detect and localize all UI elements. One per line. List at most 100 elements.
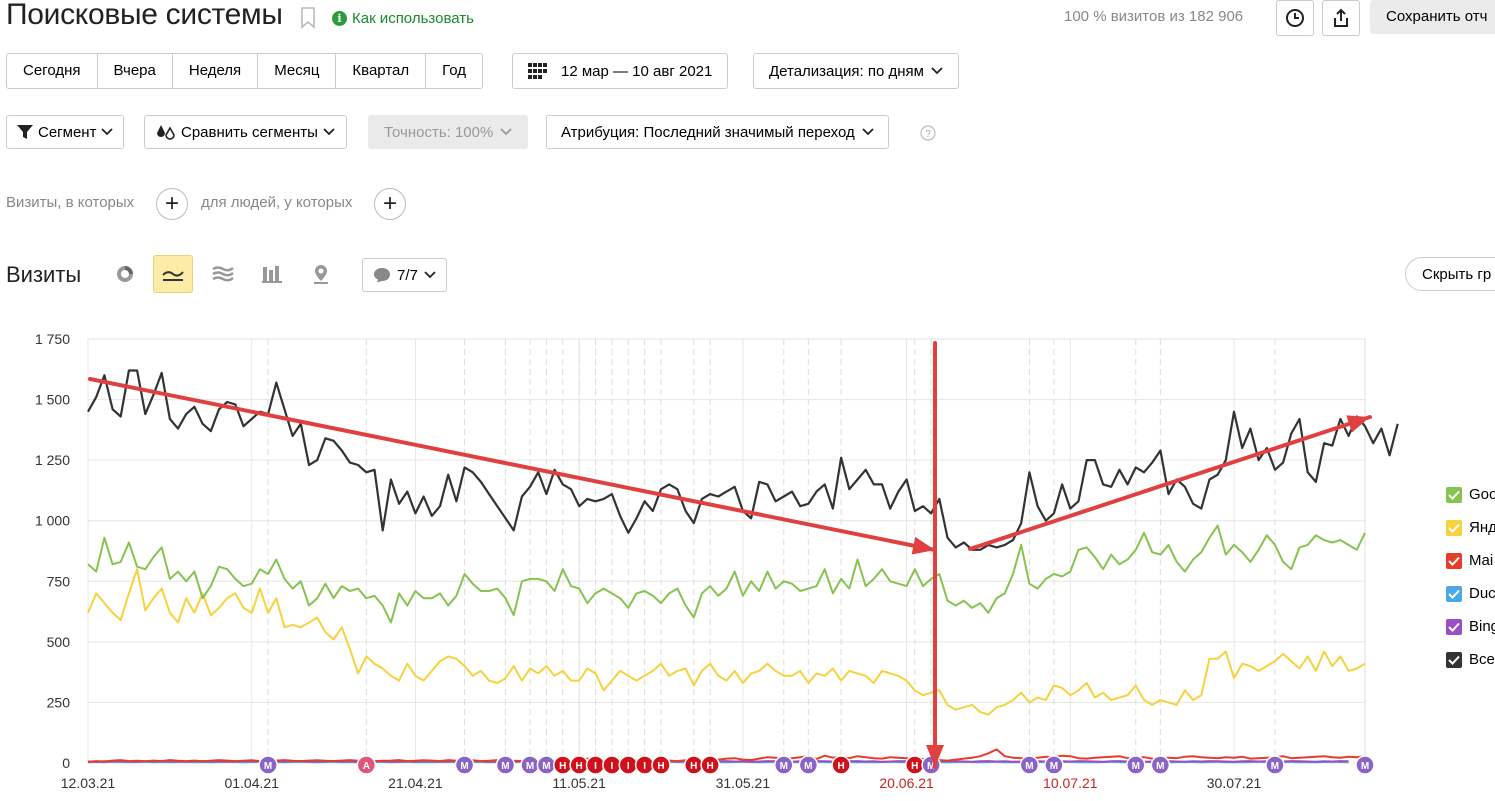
history-button[interactable] — [1276, 0, 1314, 36]
annotation-marker-label: H — [690, 761, 697, 772]
pie-chart-icon — [117, 266, 133, 282]
calendar-icon — [528, 63, 547, 79]
legend-item-google[interactable]: Goo — [1446, 478, 1495, 511]
y-tick-label: 750 — [47, 573, 71, 589]
legend-item-bing[interactable]: Bing — [1446, 610, 1495, 643]
y-tick-label: 250 — [47, 694, 71, 710]
y-tick-label: 1 000 — [35, 513, 70, 529]
annotation-marker-label: H — [911, 761, 918, 772]
x-tick-label: 21.04.21 — [388, 775, 443, 791]
share-button[interactable] — [1322, 0, 1360, 36]
bar-chart-icon — [262, 266, 282, 283]
legend-item-total[interactable]: Все — [1446, 643, 1495, 676]
add-visit-condition-button[interactable]: + — [156, 188, 188, 220]
pie-chart-button[interactable] — [105, 255, 145, 293]
legend-item-yandex[interactable]: Янд — [1446, 511, 1495, 544]
annotation-marker-label: I — [594, 761, 597, 772]
checkbox-icon — [1446, 486, 1462, 503]
annotation-marker-label: M — [526, 761, 534, 772]
annotation-marker-label: M — [780, 761, 788, 772]
checkbox-icon — [1446, 585, 1462, 602]
annotation-marker-label: M — [1132, 761, 1140, 772]
compare-segments-dropdown[interactable]: Сравнить сегменты — [144, 115, 347, 149]
legend-label: Goo — [1469, 486, 1495, 503]
chevron-down-icon — [931, 67, 943, 75]
map-icon — [314, 265, 328, 284]
visits-condition-label: Визиты, в которых — [6, 194, 135, 211]
add-people-condition-button[interactable]: + — [374, 188, 406, 220]
compare-segments-label: Сравнить сегменты — [181, 123, 318, 141]
chart-legend: Goo Янд Mai Duc Bing Все — [1446, 478, 1495, 676]
y-tick-label: 1 750 — [35, 331, 70, 347]
bookmark-icon[interactable] — [300, 7, 316, 29]
legend-item-duckduckgo[interactable]: Duc — [1446, 577, 1495, 610]
y-tick-label: 1 250 — [35, 452, 70, 468]
line-chart-icon — [162, 271, 184, 281]
area-chart-button[interactable] — [203, 255, 243, 293]
comment-icon — [374, 268, 390, 283]
help-icon[interactable]: ? — [920, 125, 936, 141]
x-tick-label: 01.04.21 — [224, 775, 279, 791]
annotation-marker-label: A — [363, 761, 370, 772]
annotation-marker-label: I — [627, 761, 630, 772]
accuracy-label: Точность: 100% — [384, 123, 494, 141]
chevron-down-icon — [424, 271, 436, 279]
period-quarter-button[interactable]: Квартал — [336, 54, 427, 88]
svg-text:?: ? — [925, 129, 931, 140]
area-chart-icon — [212, 266, 234, 282]
period-today-button[interactable]: Сегодня — [7, 54, 98, 88]
annotation-marker-label: M — [460, 761, 468, 772]
period-month-button[interactable]: Месяц — [258, 54, 337, 88]
map-button[interactable] — [301, 255, 341, 293]
annotation-marker-label: H — [576, 761, 583, 772]
chevron-down-icon — [500, 128, 512, 136]
chevron-down-icon — [101, 128, 114, 136]
uptrend-arrow — [968, 415, 1372, 551]
x-tick-label: 12.03.21 — [61, 775, 116, 791]
y-tick-label: 0 — [62, 755, 70, 771]
annotation-marker-label: H — [707, 761, 714, 772]
share-icon — [1334, 8, 1348, 27]
detail-dropdown[interactable]: Детализация: по дням — [753, 53, 959, 89]
line-chart-button[interactable] — [153, 255, 193, 293]
annotation-marker-label: I — [611, 761, 614, 772]
notes-dropdown[interactable]: 7/7 — [362, 258, 447, 292]
period-year-button[interactable]: Год — [426, 54, 482, 88]
segment-dropdown[interactable]: Сегмент — [6, 115, 125, 149]
legend-label: Mai — [1469, 552, 1494, 569]
detail-label: Детализация: по дням — [769, 62, 924, 80]
legend-label: Bing — [1469, 618, 1495, 635]
annotation-marker-label: M — [501, 761, 509, 772]
save-report-button[interactable]: Сохранить отч — [1370, 0, 1495, 34]
date-range-button[interactable]: 12 мар — 10 авг 2021 — [512, 53, 729, 89]
chevron-down-icon — [323, 128, 335, 136]
plus-icon: + — [164, 190, 179, 217]
bar-chart-button[interactable] — [252, 255, 292, 293]
legend-label: Duc — [1469, 585, 1495, 602]
period-selector: Сегодня Вчера Неделя Месяц Квартал Год — [6, 53, 484, 89]
x-tick-label: 20.06.21 — [879, 775, 934, 791]
period-yesterday-button[interactable]: Вчера — [98, 54, 173, 88]
notes-count: 7/7 — [397, 266, 418, 284]
info-icon: i — [332, 11, 347, 26]
hide-chart-button[interactable]: Скрыть гр — [1405, 257, 1495, 291]
people-condition-label: для людей, у которых — [201, 194, 353, 211]
x-tick-label: 30.07.21 — [1207, 775, 1262, 791]
annotation-marker-label: M — [1156, 761, 1164, 772]
annotation-marker-label: M — [1271, 761, 1279, 772]
plus-icon: + — [382, 190, 397, 217]
y-tick-label: 500 — [47, 634, 71, 650]
period-week-button[interactable]: Неделя — [173, 54, 259, 88]
x-tick-label: 31.05.21 — [716, 775, 771, 791]
how-to-use-link[interactable]: i Как использовать — [332, 10, 474, 27]
annotation-marker-label: M — [804, 761, 812, 772]
legend-item-mail[interactable]: Mai — [1446, 544, 1495, 577]
x-tick-label: 11.05.21 — [552, 775, 606, 791]
legend-label: Янд — [1469, 519, 1495, 536]
attribution-label: Атрибуция: Последний значимый переход — [561, 123, 855, 141]
checkbox-icon — [1446, 519, 1462, 536]
x-tick-label: 10.07.21 — [1043, 775, 1098, 791]
attribution-dropdown[interactable]: Атрибуция: Последний значимый переход — [546, 115, 889, 149]
date-range-label: 12 мар — 10 авг 2021 — [561, 62, 713, 80]
annotation-marker-label: M — [542, 761, 550, 772]
